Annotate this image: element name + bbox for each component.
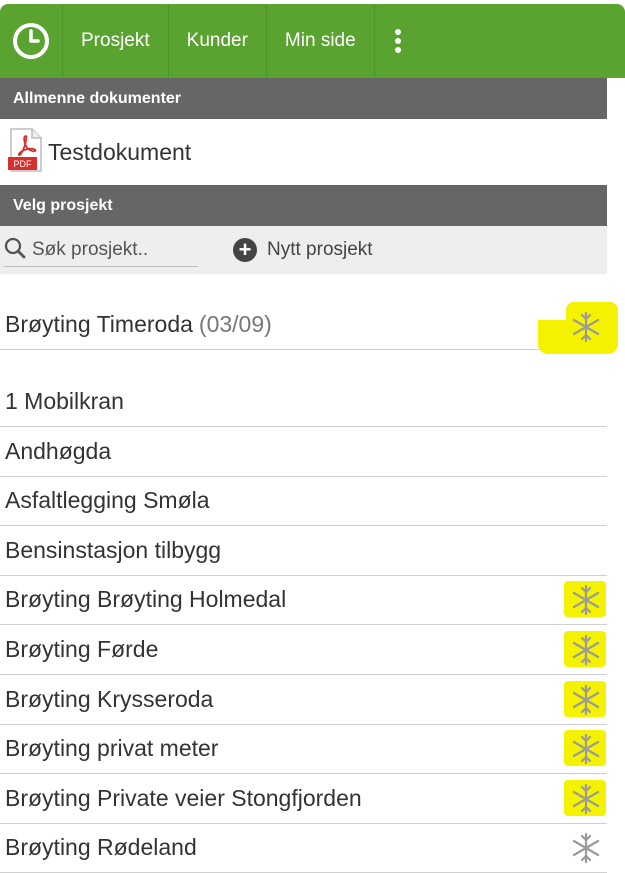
plus-circle-icon: + [233,238,257,262]
project-name: Brøyting privat meter [5,735,219,761]
project-name: Bensinstasjon tilbygg [5,537,222,563]
project-row[interactable]: Brøyting Førde [0,625,607,675]
project-name: Brøyting Krysseroda [5,686,214,712]
more-menu-icon[interactable] [375,4,421,78]
snowflake-icon[interactable] [538,302,618,354]
clock-logo-icon[interactable] [0,4,63,78]
project-row[interactable]: 1 Mobilkran [0,377,607,427]
project-name: Brøyting Rødeland [5,834,197,860]
top-nav-bar: Prosjekt Kunder Min side [0,4,625,78]
snowflake-icon[interactable] [564,631,606,667]
search-icon [4,237,26,264]
project-name: Brøyting Brøyting Holmedal [5,586,287,612]
nav-item-prosjekt[interactable]: Prosjekt [63,4,169,78]
snowflake-icon[interactable] [564,780,606,816]
nav-item-kunder[interactable]: Kunder [169,4,267,78]
snowflake-icon[interactable] [566,831,606,865]
project-row[interactable]: Andhøgda [0,427,607,477]
document-item[interactable]: PDF Testdokument [0,119,607,185]
select-project-header: Velg prosjekt [0,185,607,226]
nav-item-min-side[interactable]: Min side [267,4,375,78]
project-row[interactable]: Brøyting Brøyting Holmedal [0,575,607,625]
project-row[interactable]: Brøyting Private veier Stongfjorden [0,774,607,824]
search-input[interactable] [32,239,192,261]
project-name: Asfaltlegging Smøla [5,487,210,513]
general-docs-header: Allmenne dokumenter [0,78,607,119]
project-name: Brøyting Private veier Stongfjorden [5,785,362,811]
project-row[interactable]: Brøyting Krysseroda [0,675,607,725]
snowflake-icon[interactable] [564,730,606,766]
project-name: Brøyting Førde [5,636,159,662]
pdf-icon-label: PDF [14,159,33,169]
snowflake-icon[interactable] [564,681,606,717]
active-project-row[interactable]: Brøyting Timeroda (03/09) [0,300,607,350]
project-row[interactable]: Asfaltlegging Smøla [0,476,607,526]
document-title: Testdokument [48,138,192,165]
search-box[interactable] [4,234,198,267]
project-toolbar: + Nytt prosjekt [0,226,607,274]
new-project-label: Nytt prosjekt [267,239,373,260]
project-row[interactable]: Bensinstasjon tilbygg [0,526,607,576]
project-name: 1 Mobilkran [5,388,124,414]
new-project-button[interactable]: + Nytt prosjekt [233,236,373,264]
pdf-icon: PDF [8,127,44,177]
active-project-count: (03/09) [198,311,272,337]
project-row[interactable]: Brøyting Rødeland [0,823,607,873]
active-project-name: Brøyting Timeroda [5,311,193,337]
snowflake-icon[interactable] [564,581,606,617]
project-row[interactable]: Brøyting privat meter [0,724,607,774]
project-name: Andhøgda [5,438,112,464]
